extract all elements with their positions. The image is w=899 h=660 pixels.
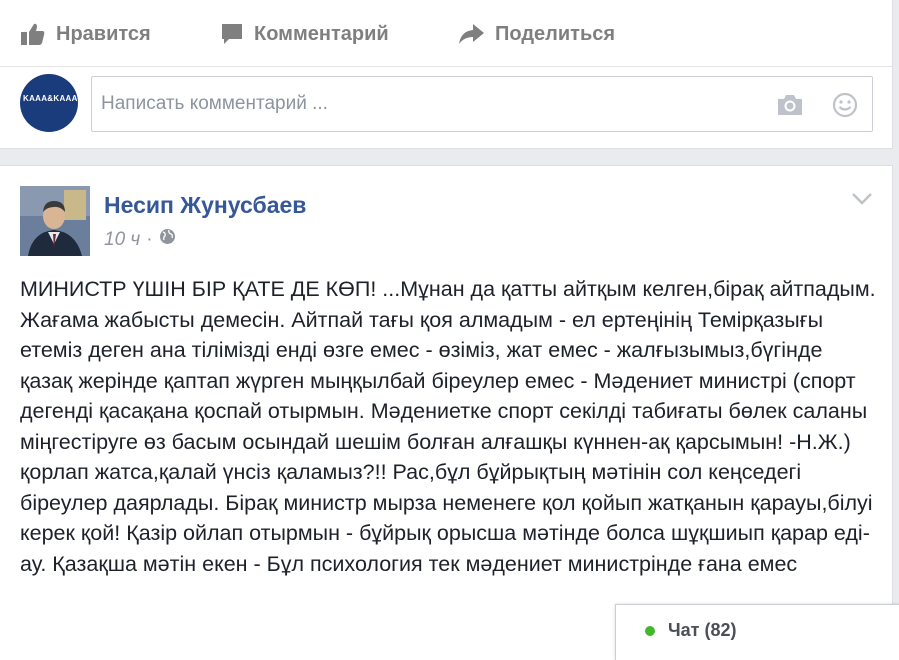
comment-label: Комментарий (254, 22, 389, 45)
comment-placeholder: Написать комментарий ... (101, 93, 328, 114)
comment-input[interactable]: Написать комментарий ... (91, 76, 873, 132)
post-author-name[interactable]: Несип Жунусбаев (104, 192, 306, 219)
post-actions-bar: Нравится Комментарий Поделиться (0, 0, 892, 67)
author-avatar[interactable] (20, 186, 90, 256)
comment-button[interactable]: Комментарий (220, 22, 389, 46)
post-timestamp[interactable]: 10 ч (104, 229, 140, 251)
emoji-icon[interactable] (832, 92, 858, 123)
commenter-avatar-logo-text: KAAA&KAAA (23, 94, 78, 103)
thumbs-up-icon (21, 23, 45, 45)
comment-icon (222, 24, 242, 44)
share-label: Поделиться (495, 22, 616, 45)
previous-post-card: Нравится Комментарий Поделиться KAAA&KAA… (0, 0, 893, 149)
post-text: МИНИСТР ҮШІН БІР ҚАТЕ ДЕ КӨП! ...Мұнан д… (20, 277, 876, 576)
chat-bar[interactable]: Чат (82) (615, 604, 899, 660)
online-status-dot (645, 626, 655, 636)
share-arrow-icon (459, 24, 484, 44)
separator-dot: · (146, 228, 153, 250)
camera-icon[interactable] (776, 94, 804, 121)
share-button[interactable]: Поделиться (458, 22, 615, 46)
post-card: Несип Жунусбаев 10 ч · МИНИСТР ҮШІН БІР … (0, 165, 893, 660)
globe-icon[interactable] (159, 228, 176, 251)
chat-label: Чат (82) (668, 620, 737, 640)
commenter-avatar[interactable]: KAAA&KAAA (20, 74, 78, 132)
like-label: Нравится (56, 22, 151, 45)
like-button[interactable]: Нравится (20, 22, 151, 46)
chevron-down-icon[interactable] (851, 192, 873, 211)
post-meta: 10 ч · (104, 228, 176, 251)
